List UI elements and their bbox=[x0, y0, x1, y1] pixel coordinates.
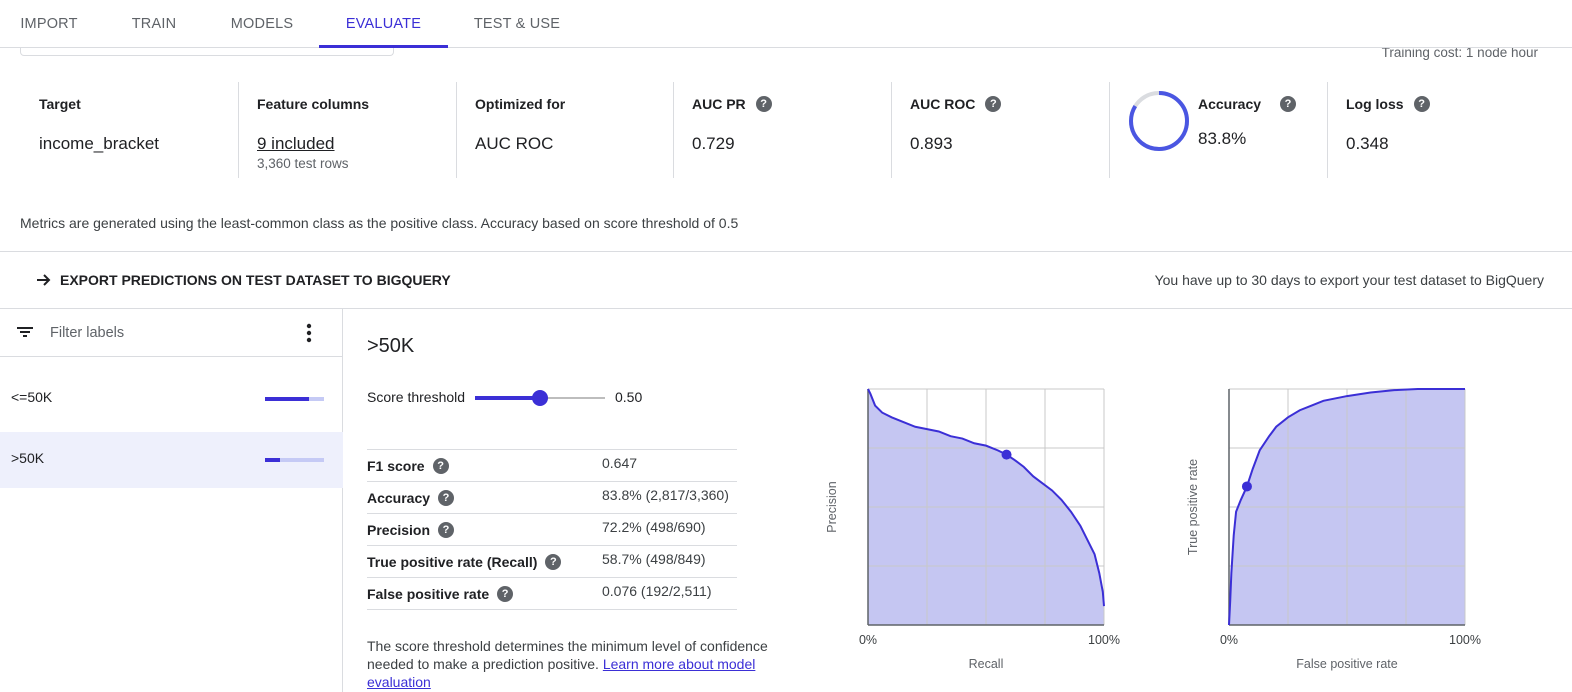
table-row: F1 score? 0.647 bbox=[367, 450, 737, 482]
table-row: Accuracy? 83.8% (2,817/3,360) bbox=[367, 482, 737, 514]
label-name: <=50K bbox=[11, 389, 53, 405]
threshold-explanation: The score threshold determines the minim… bbox=[367, 637, 787, 691]
metric-label-text: AUC ROC bbox=[910, 96, 976, 112]
stat-value: 58.7% (498/849) bbox=[602, 551, 706, 567]
score-threshold-value: 0.50 bbox=[615, 389, 643, 405]
metric-value: 0.348 bbox=[1346, 134, 1389, 153]
metric-target: Target income_bracket bbox=[20, 82, 238, 178]
table-row: False positive rate? 0.076 (192/2,511) bbox=[367, 578, 737, 610]
metric-value: 0.729 bbox=[692, 134, 735, 153]
table-row: True positive rate (Recall)? 58.7% (498/… bbox=[367, 546, 737, 578]
chart-y-axis-title: True positive rate bbox=[1186, 459, 1200, 555]
label-name: >50K bbox=[11, 450, 45, 466]
more-vert-icon[interactable] bbox=[300, 321, 318, 345]
chart-x-tick-label: 100% bbox=[1449, 633, 1481, 647]
tab-import[interactable]: IMPORT bbox=[8, 0, 90, 47]
evaluation-charts: 0% 100% Recall Precision 0% 100% False positiv… bbox=[825, 388, 1481, 671]
chart-x-axis-title: Recall bbox=[969, 657, 1004, 671]
help-icon[interactable]: ? bbox=[755, 96, 772, 112]
metric-accuracy: Accuracy? 83.8% bbox=[1109, 82, 1327, 178]
metric-label: Log loss? bbox=[1346, 96, 1430, 112]
slider-thumb[interactable] bbox=[532, 390, 548, 406]
help-icon[interactable]: ? bbox=[545, 554, 562, 570]
arrow-right-icon bbox=[37, 274, 51, 286]
export-predictions-button[interactable]: EXPORT PREDICTIONS ON TEST DATASET TO BI… bbox=[36, 270, 451, 290]
chart-x-tick-label: 0% bbox=[1220, 633, 1238, 647]
label-distribution-bar bbox=[265, 458, 324, 462]
feature-columns-link[interactable]: 9 included bbox=[257, 134, 335, 154]
label-filter bbox=[0, 309, 343, 357]
score-threshold-label: Score threshold bbox=[367, 389, 466, 405]
metric-label: Accuracy? bbox=[1198, 96, 1297, 112]
tab-bar: IMPORT TRAIN MODELS EVALUATE TEST & USE bbox=[0, 0, 1572, 48]
stat-value: 0.647 bbox=[602, 455, 638, 471]
tab-train[interactable]: TRAIN bbox=[115, 0, 193, 47]
metric-optimized-for: Optimized for AUC ROC bbox=[456, 82, 674, 178]
labels-panel: <=50K >50K bbox=[0, 309, 343, 692]
stat-value: 72.2% (498/690) bbox=[602, 519, 706, 535]
divider bbox=[0, 251, 1572, 252]
metric-log-loss: Log loss? 0.348 bbox=[1327, 82, 1545, 178]
help-icon[interactable]: ? bbox=[985, 96, 1002, 112]
class-title: >50K bbox=[367, 335, 415, 357]
help-icon[interactable]: ? bbox=[497, 586, 514, 602]
metric-label: Optimized for bbox=[475, 96, 566, 112]
metric-value: income_bracket bbox=[39, 134, 160, 153]
filter-icon[interactable] bbox=[16, 324, 34, 340]
help-icon[interactable]: ? bbox=[438, 490, 455, 506]
help-icon[interactable]: ? bbox=[1280, 96, 1297, 112]
chart-y-axis-title: Precision bbox=[825, 481, 839, 532]
stats-table: F1 score? 0.647 Accuracy? 83.8% (2,817/3… bbox=[367, 449, 737, 610]
metric-value: 83.8% bbox=[1198, 129, 1247, 148]
metric-label: AUC PR? bbox=[692, 96, 772, 112]
metric-label-text: Accuracy bbox=[1198, 96, 1262, 112]
tab-models[interactable]: MODELS bbox=[216, 0, 308, 47]
stat-name: Accuracy bbox=[367, 490, 431, 506]
table-row: Precision? 72.2% (498/690) bbox=[367, 514, 737, 546]
filter-labels-input[interactable] bbox=[50, 323, 250, 343]
stat-value: 0.076 (192/2,511) bbox=[602, 583, 712, 599]
metric-label-text: AUC PR bbox=[692, 96, 746, 112]
metric-label-text: Log loss bbox=[1346, 96, 1404, 112]
stat-name: F1 score bbox=[367, 458, 425, 474]
help-icon[interactable]: ? bbox=[432, 458, 449, 474]
metric-auc-roc: AUC ROC? 0.893 bbox=[891, 82, 1109, 178]
chart-x-tick-label: 0% bbox=[859, 633, 877, 647]
stat-value: 83.8% (2,817/3,360) bbox=[602, 487, 729, 503]
metric-label: AUC ROC? bbox=[910, 96, 1002, 112]
metric-value: AUC ROC bbox=[475, 134, 554, 153]
stat-name: False positive rate bbox=[367, 586, 490, 602]
accuracy-ring-icon bbox=[1129, 91, 1189, 151]
chart-x-axis-title: False positive rate bbox=[1296, 657, 1397, 671]
stat-name: True positive rate (Recall) bbox=[367, 554, 538, 570]
label-item-selected[interactable]: >50K bbox=[0, 432, 343, 488]
label-item[interactable]: <=50K bbox=[0, 371, 343, 427]
metric-label: Feature columns bbox=[257, 96, 370, 112]
stat-name: Precision bbox=[367, 522, 431, 538]
metric-auc-pr: AUC PR? 0.729 bbox=[673, 82, 891, 178]
tab-test-use[interactable]: TEST & USE bbox=[466, 0, 568, 47]
tab-evaluate[interactable]: EVALUATE bbox=[319, 0, 448, 48]
metric-feature-columns: Feature columns 9 included 3,360 test ro… bbox=[238, 82, 456, 178]
chart-x-tick-label: 100% bbox=[1088, 633, 1120, 647]
metric-label: Target bbox=[39, 96, 81, 112]
score-threshold-slider[interactable] bbox=[475, 389, 605, 407]
label-distribution-bar bbox=[265, 397, 324, 401]
export-note: You have up to 30 days to export your te… bbox=[1154, 272, 1544, 288]
test-rows-count: 3,360 test rows bbox=[257, 156, 349, 171]
help-icon[interactable]: ? bbox=[438, 522, 455, 538]
chart-threshold-point bbox=[1001, 449, 1012, 460]
export-label: EXPORT PREDICTIONS ON TEST DATASET TO BI… bbox=[60, 272, 451, 288]
chart-threshold-point bbox=[1241, 481, 1252, 492]
metric-value: 0.893 bbox=[910, 134, 953, 153]
metrics-note: Metrics are generated using the least-co… bbox=[20, 215, 739, 231]
help-icon[interactable]: ? bbox=[1413, 96, 1430, 112]
